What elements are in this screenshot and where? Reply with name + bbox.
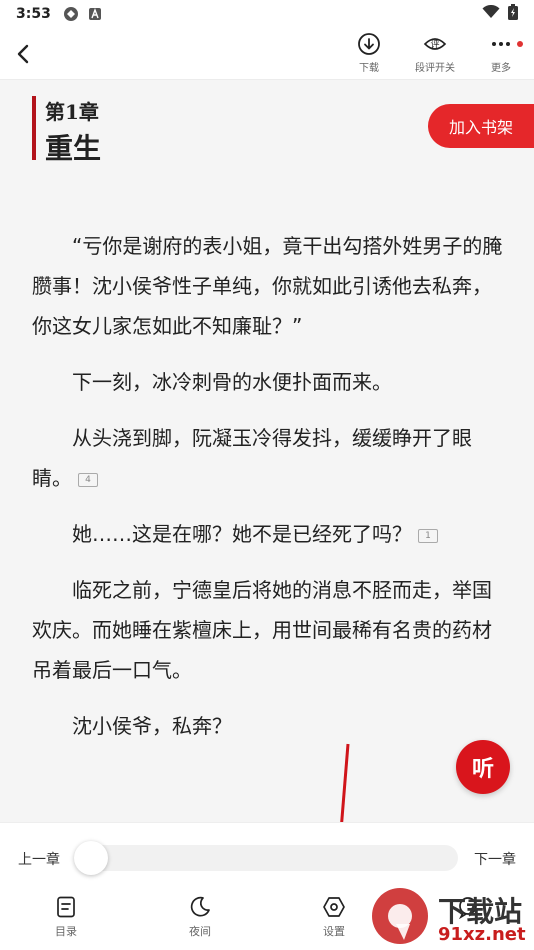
paragraph-text: “亏你是谢府的表小姐，竟干出勾搭外姓男子的腌臜事！沈小侯爷性子单纯，你就如此引诱… (32, 234, 503, 338)
progress-slider-handle[interactable] (74, 841, 108, 875)
chapter-progress-slider[interactable] (76, 845, 458, 871)
paragraph-text: 从头浇到脚，阮凝玉冷得发抖，缓缓睁开了眼睛。 (32, 426, 472, 490)
comment-toggle-button[interactable]: 评 段评开关 (410, 32, 460, 78)
comment-toggle-label: 段评开关 (415, 63, 455, 74)
settings-hexagon-icon (323, 897, 345, 917)
more-icon (492, 42, 510, 46)
catalog-label: 目录 (55, 925, 77, 938)
chapter-text: “亏你是谢府的表小姐，竟干出勾搭外姓男子的腌臜事！沈小侯爷性子单纯，你就如此引诱… (32, 226, 510, 762)
battery-icon (508, 4, 518, 24)
reading-page[interactable]: 第1章 重生 加入书架 “亏你是谢府的表小姐，竟干出勾搭外姓男子的腌臜事！沈小侯… (0, 80, 534, 822)
listen-button[interactable]: 听 (456, 740, 510, 794)
chapter-number: 第1章 (45, 100, 99, 124)
settings-label: 设置 (323, 925, 345, 938)
notification-dot (517, 41, 523, 47)
comment-toggle-icon: 评 (423, 38, 447, 51)
back-button[interactable] (10, 40, 38, 68)
paragraph: 临死之前，宁德皇后将她的消息不胫而走，举国欢庆。而她睡在紫檀床上，用世间最稀有名… (32, 570, 510, 690)
paragraph: 沈小侯爷，私奔？ (32, 706, 510, 746)
night-mode-label: 夜间 (189, 925, 211, 938)
watermark-logo-icon (372, 888, 428, 944)
chapter-title: 重生 (45, 132, 102, 165)
app-notification-icon (63, 6, 79, 22)
paragraph: “亏你是谢府的表小姐，竟干出勾搭外姓男子的腌臜事！沈小侯爷性子单纯，你就如此引诱… (32, 226, 510, 346)
paragraph-text: 沈小侯爷，私奔？ (72, 714, 232, 738)
comment-icon-text: 评 (430, 40, 439, 51)
more-label: 更多 (491, 63, 511, 74)
catalog-icon (57, 896, 75, 918)
reader-toolbar: 下载 评 段评开关 更多 (0, 28, 534, 80)
watermark-url: 91xz.net (438, 924, 526, 945)
add-to-shelf-button[interactable]: 加入书架 (428, 104, 534, 148)
more-button[interactable]: 更多 (476, 32, 526, 78)
paragraph: 下一刻，冰冷刺骨的水便扑面而来。 (32, 362, 510, 402)
wifi-icon (482, 4, 500, 23)
paragraph-text: 临死之前，宁德皇后将她的消息不胫而走，举国欢庆。而她睡在紫檀床上，用世间最稀有名… (32, 578, 492, 682)
watermark: 下载站 91xz.net (366, 880, 534, 950)
download-label: 下载 (359, 63, 379, 74)
status-time: 3:53 (16, 6, 51, 22)
download-icon (358, 33, 380, 55)
paragraph: 从头浇到脚，阮凝玉冷得发抖，缓缓睁开了眼睛。 4 (32, 418, 510, 498)
status-bar: 3:53 (0, 0, 534, 28)
app-a-icon (87, 6, 103, 22)
download-button[interactable]: 下载 (344, 32, 394, 78)
settings-button[interactable]: 设置 (304, 895, 364, 939)
chapter-accent-bar (32, 96, 36, 160)
paragraph-comment-badge[interactable]: 4 (78, 472, 98, 487)
next-chapter-button[interactable]: 下一章 (474, 849, 516, 869)
paragraph-comment-badge[interactable]: 1 (418, 528, 438, 543)
paragraph: 她……这是在哪？她不是已经死了吗？ 1 (32, 514, 510, 554)
night-mode-button[interactable]: 夜间 (170, 895, 230, 939)
chevron-left-icon (17, 44, 29, 64)
moon-icon (190, 896, 210, 917)
paragraph-text: 她……这是在哪？她不是已经死了吗？ (72, 522, 412, 546)
paragraph-text: 下一刻，冰冷刺骨的水便扑面而来。 (72, 370, 392, 394)
previous-chapter-button[interactable]: 上一章 (18, 849, 60, 869)
catalog-button[interactable]: 目录 (36, 895, 96, 939)
